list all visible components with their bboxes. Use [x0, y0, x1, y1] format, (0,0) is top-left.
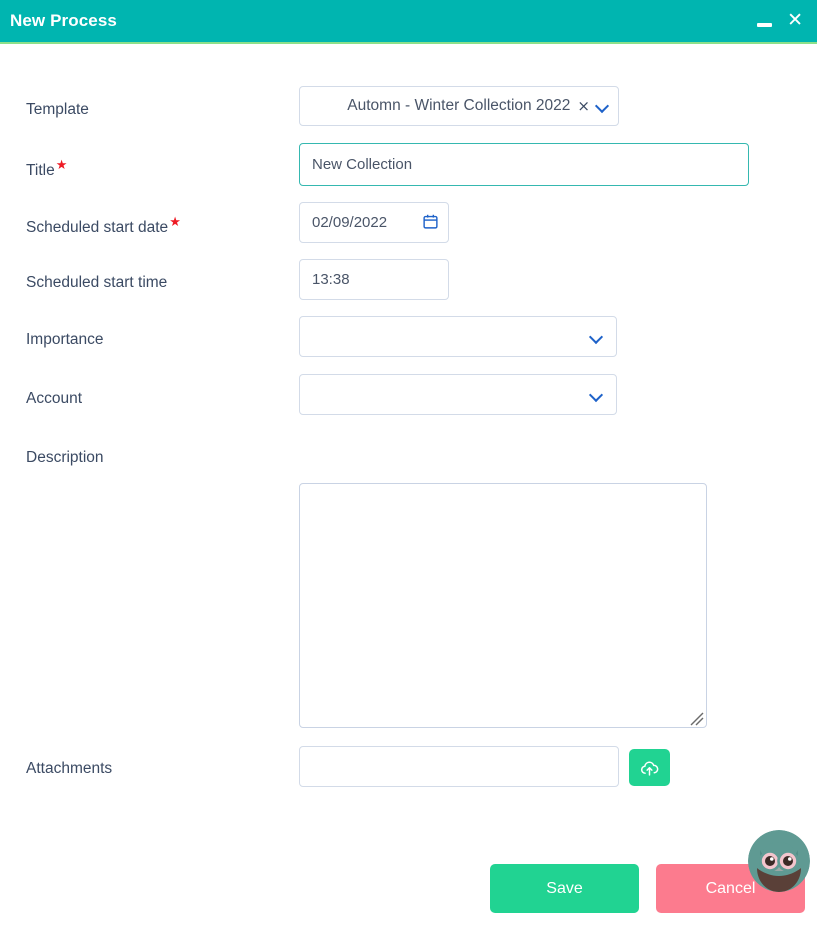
- label-scheduled-start-time: Scheduled start time: [26, 274, 167, 292]
- save-button[interactable]: Save: [490, 864, 639, 913]
- template-select[interactable]: Automn - Winter Collection 2022 ×: [299, 86, 619, 126]
- template-selected-value: Automn - Winter Collection 2022: [347, 97, 571, 114]
- clear-template-icon[interactable]: ×: [577, 97, 590, 115]
- scheduled-start-date-field: [299, 202, 449, 243]
- cloud-upload-icon: [641, 761, 659, 776]
- label-importance-text: Importance: [26, 331, 104, 348]
- window-controls: ✕: [757, 11, 803, 30]
- account-select[interactable]: [299, 374, 617, 415]
- label-account-text: Account: [26, 390, 83, 407]
- new-process-dialog: New Process ✕ Template Title★ Scheduled …: [0, 0, 817, 927]
- label-scheduled-start-date-text: Scheduled start date: [26, 219, 169, 237]
- chevron-down-icon[interactable]: [590, 331, 602, 343]
- chevron-down-icon[interactable]: [590, 389, 602, 401]
- scheduled-start-time-input[interactable]: [299, 259, 449, 300]
- title-input[interactable]: [299, 143, 749, 186]
- label-description-text: Description: [26, 449, 104, 466]
- window-titlebar: New Process ✕: [0, 0, 817, 44]
- minimize-icon[interactable]: [757, 22, 773, 27]
- owl-icon: [748, 830, 810, 892]
- label-title-text: Title: [26, 162, 55, 180]
- attachments-input[interactable]: [299, 746, 619, 787]
- label-importance: Importance: [26, 331, 104, 349]
- label-scheduled-start-date: Scheduled start date★: [26, 216, 181, 237]
- label-template-text: Template: [26, 101, 89, 118]
- owl-mascot-avatar[interactable]: [748, 830, 810, 892]
- required-star-icon: ★: [55, 158, 68, 173]
- label-attachments: Attachments: [26, 760, 112, 778]
- label-attachments-text: Attachments: [26, 760, 113, 777]
- description-textarea[interactable]: [299, 483, 707, 728]
- close-icon[interactable]: ✕: [787, 11, 803, 30]
- scheduled-start-date-input[interactable]: [299, 202, 449, 243]
- label-description: Description: [26, 449, 104, 467]
- label-template: Template: [26, 101, 89, 119]
- importance-select[interactable]: [299, 316, 617, 357]
- label-scheduled-start-time-text: Scheduled start time: [26, 274, 168, 291]
- required-star-icon: ★: [169, 215, 181, 230]
- upload-attachment-button[interactable]: [629, 749, 670, 786]
- window-title: New Process: [10, 11, 117, 30]
- label-account: Account: [26, 390, 82, 408]
- chevron-down-icon[interactable]: [596, 100, 608, 112]
- label-title: Title★: [26, 159, 67, 180]
